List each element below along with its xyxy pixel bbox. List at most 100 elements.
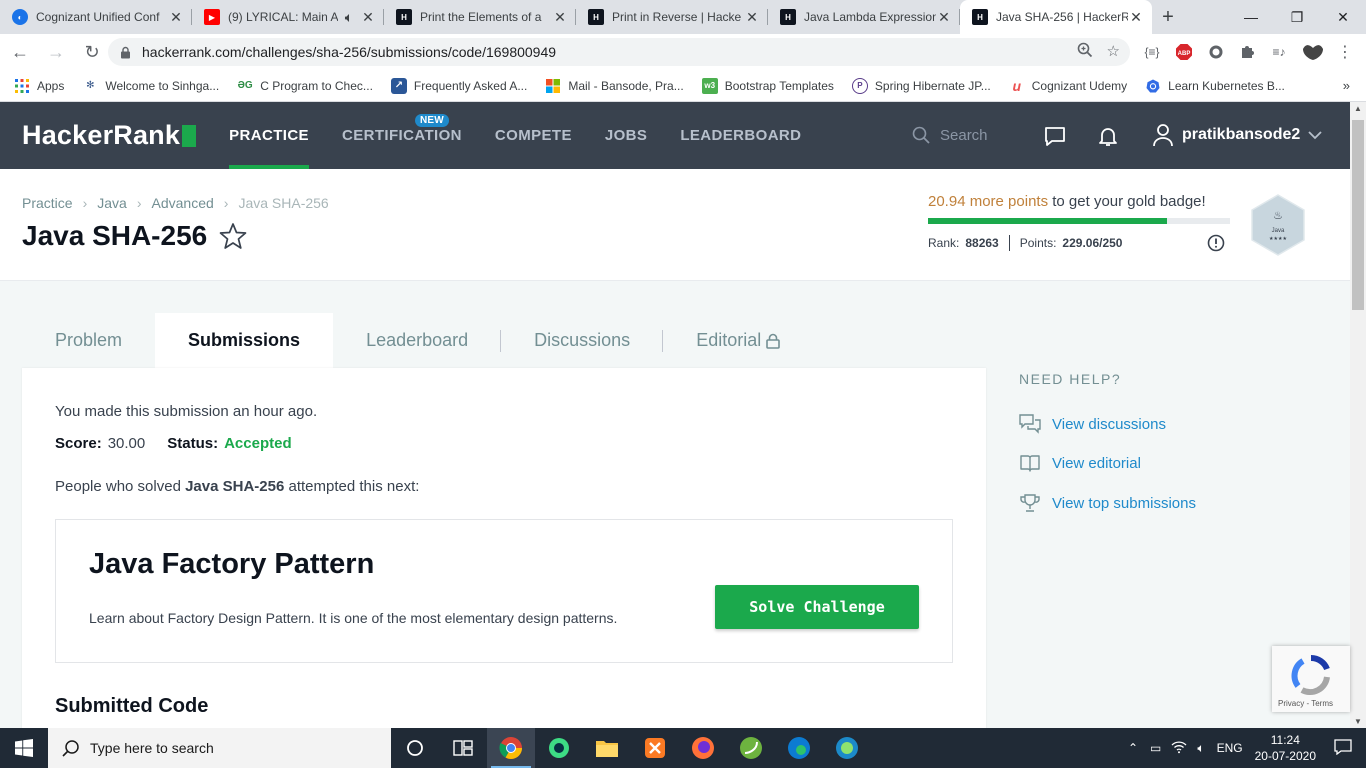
nav-compete[interactable]: COMPETE: [495, 102, 572, 169]
app-circle-icon[interactable]: [823, 728, 871, 768]
recaptcha-privacy[interactable]: Privacy: [1278, 699, 1304, 708]
new-tab-button[interactable]: +: [1152, 0, 1184, 34]
bookmark-star-icon[interactable]: ☆: [1107, 42, 1120, 62]
audio-icon[interactable]: 🔈︎: [338, 9, 360, 26]
bookmark-faq[interactable]: ↗ Frequently Asked A...: [390, 77, 527, 94]
browser-tab[interactable]: H Print in Reverse | Hacke ✕: [576, 0, 768, 34]
close-tab-icon[interactable]: ✕: [168, 9, 184, 26]
bookmark-spring[interactable]: P Spring Hibernate JP...: [851, 77, 991, 94]
extensions-puzzle-icon[interactable]: [1236, 41, 1258, 63]
tray-chevron-icon[interactable]: ⌃: [1128, 741, 1138, 755]
reading-list-icon[interactable]: ≡♪: [1268, 41, 1290, 63]
site-search[interactable]: Search: [912, 126, 988, 144]
close-tab-icon[interactable]: ✕: [1128, 9, 1144, 26]
bookmark-sinhgad[interactable]: ✻ Welcome to Sinhga...: [82, 78, 219, 94]
recaptcha-terms[interactable]: Terms: [1311, 699, 1333, 708]
taskbar-search-placeholder: Type here to search: [90, 740, 214, 756]
browser-tab[interactable]: ◐ Cognizant Unified Conf ✕: [0, 0, 192, 34]
battery-icon[interactable]: ▭: [1150, 741, 1161, 755]
edge-icon[interactable]: [775, 728, 823, 768]
messages-icon[interactable]: [1043, 124, 1067, 148]
adblock-icon[interactable]: ABP: [1173, 41, 1195, 63]
android-studio-icon[interactable]: [535, 728, 583, 768]
bookmarks-overflow-icon[interactable]: »: [1343, 78, 1350, 93]
tab-leaderboard[interactable]: Leaderboard: [333, 313, 502, 368]
breadcrumb-java[interactable]: Java: [97, 195, 127, 211]
start-button[interactable]: [0, 728, 48, 768]
bookmark-label: Mail - Bansode, Pra...: [568, 78, 684, 93]
submission-card: You made this submission an hour ago. Sc…: [22, 368, 986, 768]
notifications-icon[interactable]: [1334, 738, 1352, 758]
next-challenge-title[interactable]: Java Factory Pattern: [89, 548, 374, 581]
zoom-icon[interactable]: [1077, 42, 1093, 62]
close-tab-icon[interactable]: ✕: [552, 9, 568, 26]
scroll-up-arrow[interactable]: ▲: [1350, 104, 1366, 113]
page-scrollbar[interactable]: ▲ ▼: [1350, 102, 1366, 728]
tab-submissions[interactable]: Submissions: [155, 313, 334, 368]
view-discussions-link[interactable]: View discussions: [1019, 414, 1166, 434]
bookmark-kubernetes[interactable]: Learn Kubernetes B...: [1145, 78, 1285, 94]
user-menu[interactable]: pratikbansode2: [1152, 123, 1322, 147]
close-tab-icon[interactable]: ✕: [744, 9, 760, 26]
firefox-icon[interactable]: [679, 728, 727, 768]
forward-button[interactable]: →: [40, 36, 72, 68]
extension-circle-icon[interactable]: [1205, 41, 1227, 63]
minimize-button[interactable]: —: [1228, 0, 1274, 34]
tab-discussions[interactable]: Discussions: [501, 313, 664, 368]
browser-tab[interactable]: H Java Lambda Expression ✕: [768, 0, 960, 34]
java-badge-icon[interactable]: ♨ Java ★★★★: [1250, 194, 1306, 256]
close-tab-icon[interactable]: ✕: [360, 9, 376, 26]
breadcrumb-practice[interactable]: Practice: [22, 195, 73, 211]
breadcrumb-advanced[interactable]: Advanced: [152, 195, 214, 211]
spring-tool-icon[interactable]: [727, 728, 775, 768]
url-bar[interactable]: hackerrank.com/challenges/sha-256/submis…: [108, 38, 1130, 66]
bookmark-bootstrap[interactable]: w3 Bootstrap Templates: [701, 77, 834, 94]
bookmark-mail[interactable]: Mail - Bansode, Pra...: [545, 78, 684, 94]
json-extension-icon[interactable]: {≡}: [1141, 41, 1163, 63]
rank-label: Rank:: [928, 236, 960, 250]
view-editorial-link[interactable]: View editorial: [1019, 453, 1141, 473]
clock-date: 20-07-2020: [1254, 749, 1316, 763]
tab-editorial[interactable]: Editorial: [663, 313, 814, 368]
browser-tab-active[interactable]: H Java SHA-256 | HackerR ✕: [960, 0, 1152, 34]
notifications-bell-icon[interactable]: [1096, 124, 1120, 148]
chrome-taskbar-icon[interactable]: [487, 728, 535, 768]
recaptcha-badge[interactable]: Privacy - Terms: [1272, 646, 1350, 712]
bookmark-apps[interactable]: Apps: [14, 78, 64, 94]
cortana-icon[interactable]: [391, 728, 439, 768]
nav-leaderboard[interactable]: LEADERBOARD: [680, 102, 801, 169]
hackerrank-logo[interactable]: HackerRank: [22, 120, 197, 151]
back-button[interactable]: ←: [4, 36, 36, 68]
task-view-icon[interactable]: [439, 728, 487, 768]
info-icon[interactable]: [1207, 234, 1225, 252]
close-window-button[interactable]: ✕: [1320, 0, 1366, 34]
bookmark-udemy[interactable]: u Cognizant Udemy: [1009, 78, 1127, 94]
view-top-submissions-link[interactable]: View top submissions: [1019, 493, 1196, 513]
nav-jobs[interactable]: JOBS: [605, 102, 647, 169]
scroll-down-arrow[interactable]: ▼: [1350, 717, 1366, 726]
browser-tab[interactable]: ▶ (9) LYRICAL: Main A 🔈︎ ✕: [192, 0, 384, 34]
network-icon[interactable]: [1171, 740, 1187, 757]
xampp-icon[interactable]: [631, 728, 679, 768]
rank-points: Rank: 88263 Points: 229.06/250: [928, 235, 1122, 251]
clock[interactable]: 11:24 20-07-2020: [1255, 732, 1316, 764]
scrollbar-thumb[interactable]: [1352, 120, 1364, 310]
reload-button[interactable]: ↻: [76, 36, 108, 68]
bookmark-star-icon[interactable]: [219, 222, 247, 250]
restore-button[interactable]: ❐: [1274, 0, 1320, 34]
nav-certification-label: CERTIFICATION: [341, 127, 462, 144]
taskbar-search[interactable]: Type here to search: [48, 728, 391, 768]
language-indicator[interactable]: ENG: [1217, 741, 1243, 755]
browser-tab[interactable]: H Print the Elements of a ✕: [384, 0, 576, 34]
tab-problem[interactable]: Problem: [22, 313, 155, 368]
nav-certification[interactable]: CERTIFICATION NEW: [342, 102, 462, 169]
bookmark-c-program[interactable]: ƏG C Program to Chec...: [237, 78, 373, 94]
close-tab-icon[interactable]: ✕: [936, 9, 952, 26]
nav-practice[interactable]: PRACTICE: [229, 102, 309, 169]
profile-avatar[interactable]: [1300, 41, 1326, 63]
solve-challenge-button[interactable]: Solve Challenge: [715, 585, 919, 629]
file-explorer-icon[interactable]: [583, 728, 631, 768]
volume-icon[interactable]: 🔈︎: [1197, 741, 1204, 756]
browser-menu-icon[interactable]: ⋮: [1334, 41, 1356, 63]
tab-label: Leaderboard: [366, 330, 469, 350]
